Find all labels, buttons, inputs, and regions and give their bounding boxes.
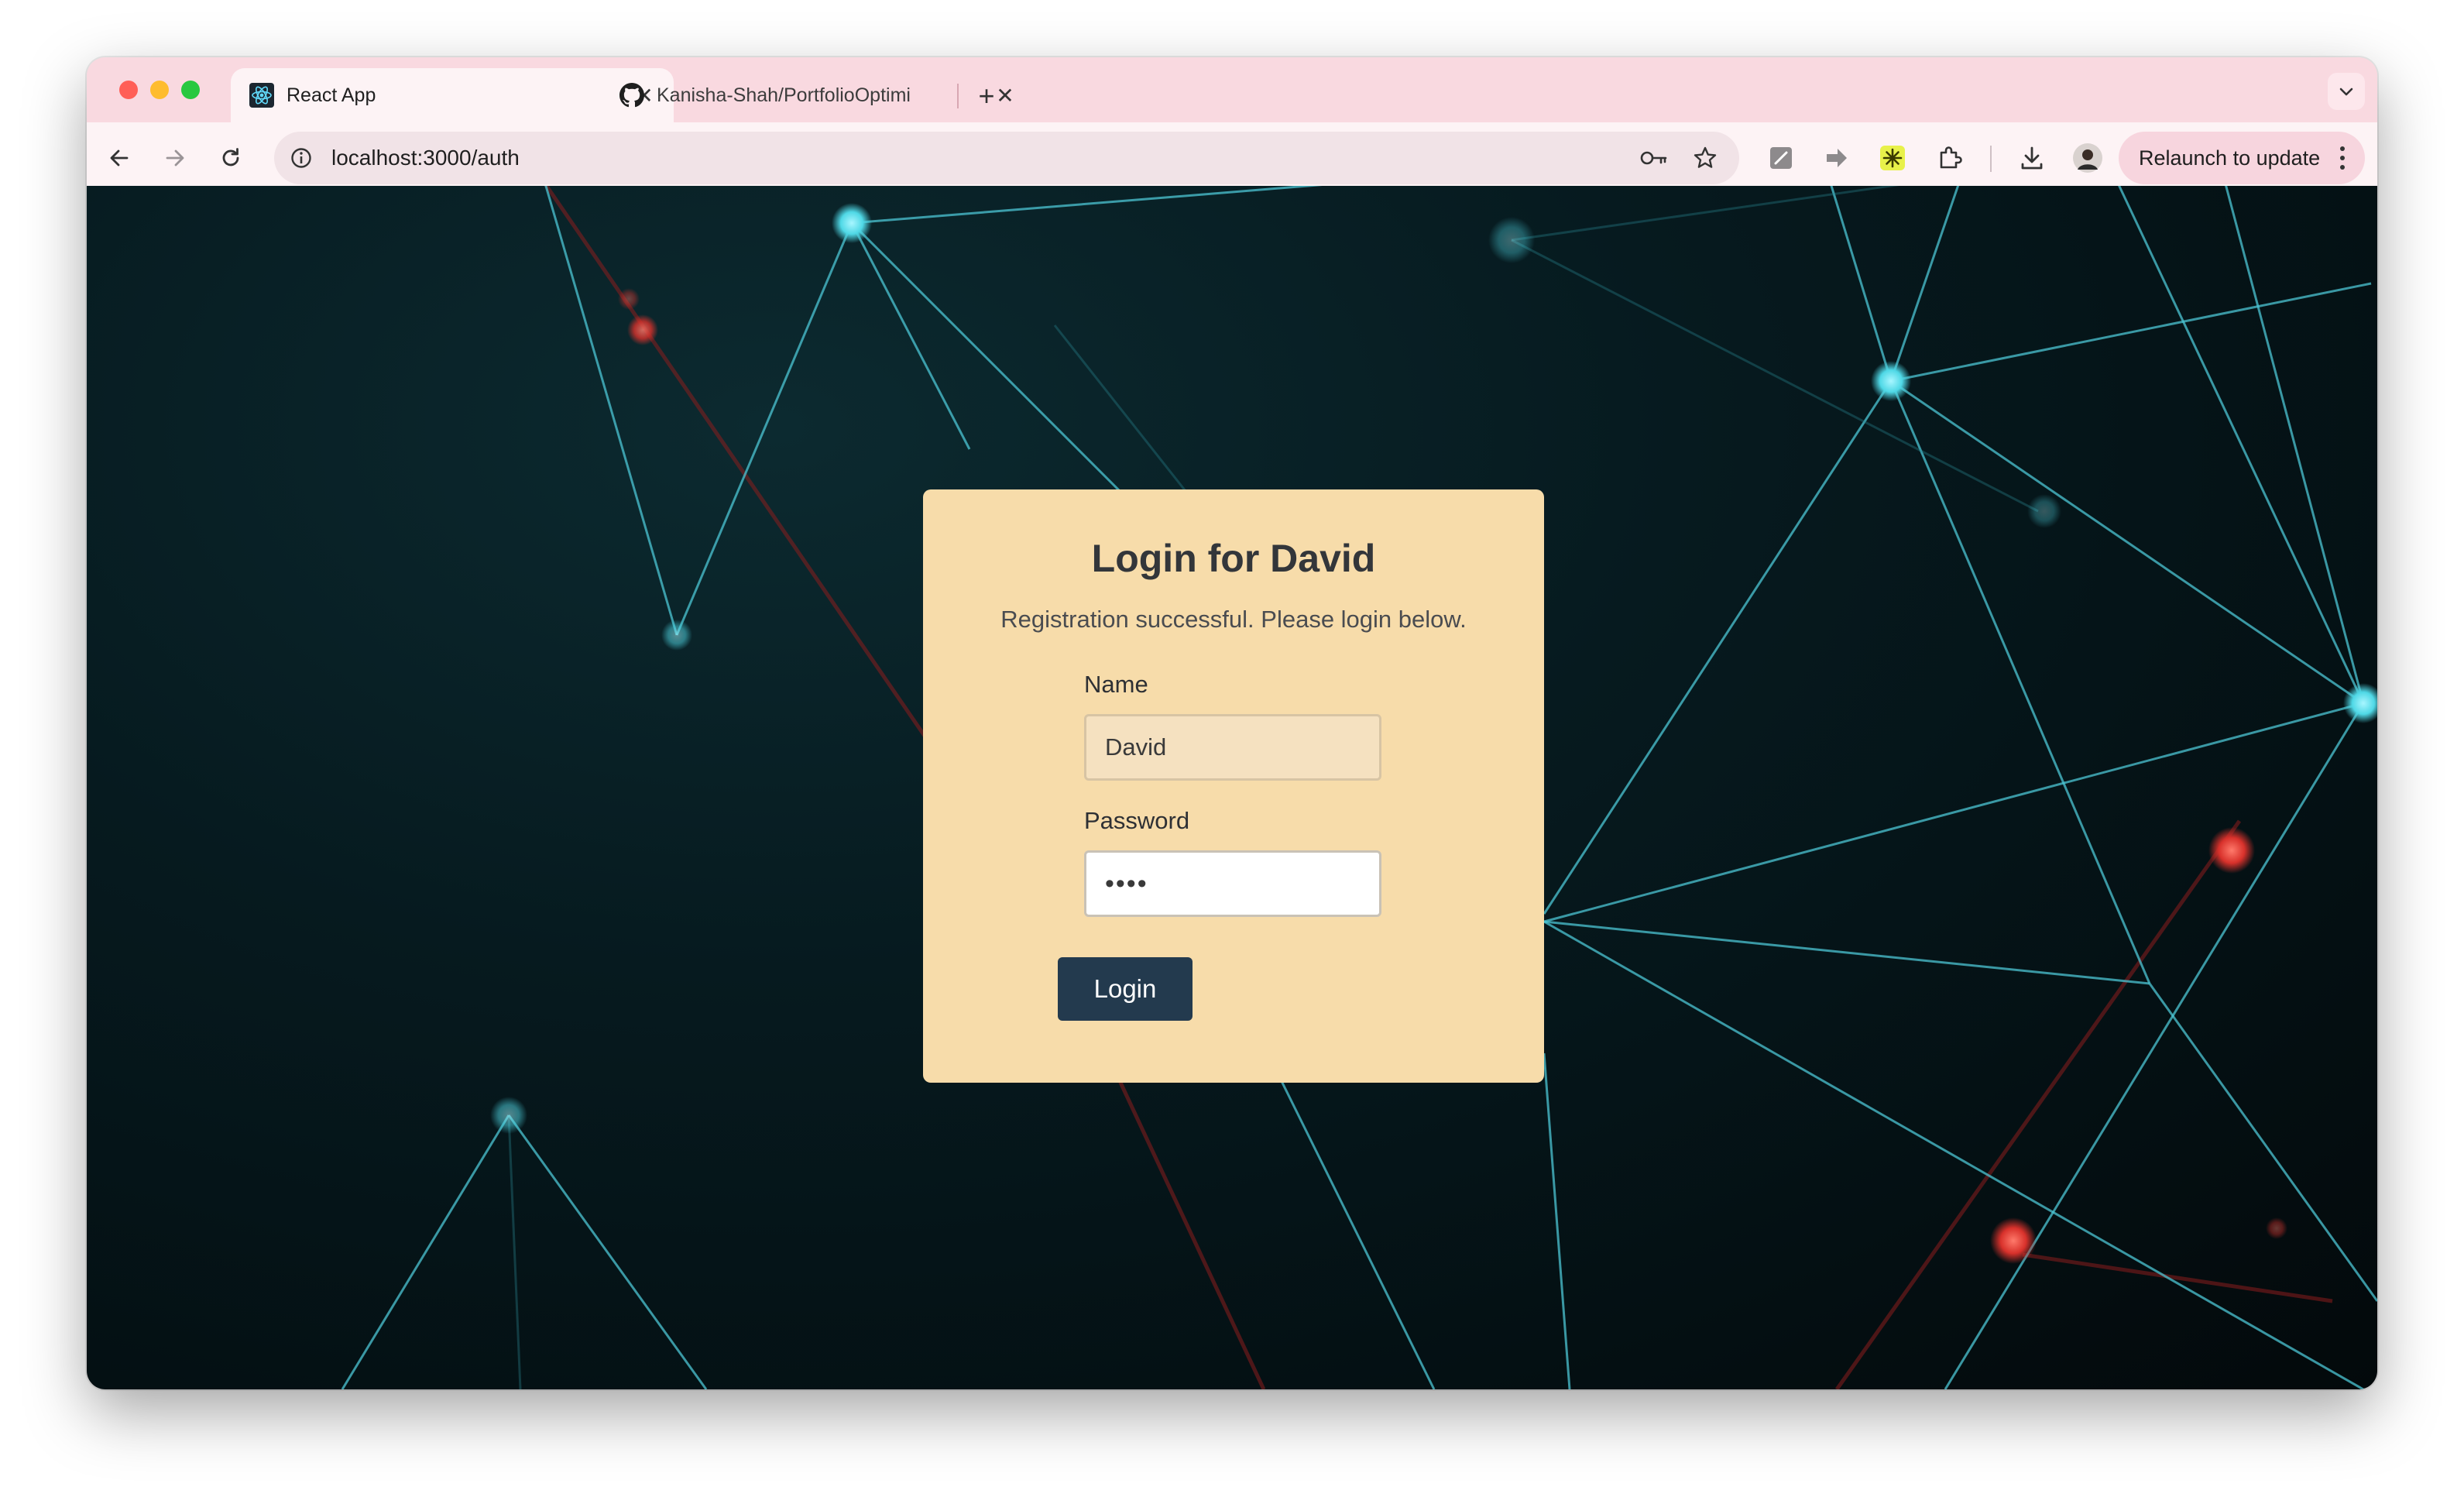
bookmark-star-icon[interactable] bbox=[1688, 141, 1722, 175]
relaunch-to-update-button[interactable]: Relaunch to update bbox=[2119, 132, 2365, 184]
react-logo-icon bbox=[249, 83, 274, 108]
extension-puzzle-arrow-icon[interactable] bbox=[1818, 139, 1855, 177]
back-button[interactable] bbox=[101, 139, 138, 177]
address-bar[interactable]: localhost:3000/auth bbox=[274, 132, 1739, 184]
tab-strip: React App ✕ Kanisha-Shah/PortfolioOptimi… bbox=[87, 57, 2377, 122]
tab-github[interactable]: Kanisha-Shah/PortfolioOptimi ✕ bbox=[601, 68, 1035, 122]
reload-icon bbox=[222, 148, 239, 167]
page-content: Login for David Registration successful.… bbox=[87, 186, 2377, 1389]
login-title: Login for David bbox=[1091, 537, 1376, 580]
github-icon bbox=[619, 83, 644, 108]
browser-window: React App ✕ Kanisha-Shah/PortfolioOptimi… bbox=[87, 57, 2377, 1389]
tab-separator bbox=[957, 84, 959, 108]
download-icon[interactable] bbox=[2013, 139, 2050, 177]
password-input[interactable]: •••• bbox=[1084, 850, 1381, 917]
tab-title: React App bbox=[287, 84, 376, 106]
tab-search-button[interactable] bbox=[2328, 73, 2365, 110]
arrow-right-icon bbox=[166, 149, 184, 167]
login-button[interactable]: Login bbox=[1058, 957, 1193, 1021]
extensions-puzzle-icon[interactable] bbox=[1931, 139, 1968, 177]
profile-avatar[interactable] bbox=[2069, 139, 2106, 177]
extension-notes-icon[interactable] bbox=[1762, 139, 1800, 177]
maximize-window-button[interactable] bbox=[181, 81, 200, 99]
reload-button[interactable] bbox=[212, 139, 249, 177]
relaunch-label: Relaunch to update bbox=[2139, 146, 2321, 170]
name-label: Name bbox=[1084, 671, 1148, 698]
site-info-icon[interactable] bbox=[288, 145, 314, 171]
forward-button[interactable] bbox=[156, 139, 194, 177]
extension-sparkle-icon[interactable] bbox=[1874, 139, 1911, 177]
name-input[interactable]: David bbox=[1084, 714, 1381, 781]
password-label: Password bbox=[1084, 807, 1190, 834]
tab-title: Kanisha-Shah/PortfolioOptimi bbox=[657, 84, 911, 106]
close-window-button[interactable] bbox=[119, 81, 138, 99]
new-tab-button[interactable]: + bbox=[971, 81, 1002, 112]
url-text[interactable]: localhost:3000/auth bbox=[331, 146, 1637, 170]
status-message: Registration successful. Please login be… bbox=[1000, 606, 1467, 633]
more-menu-icon[interactable] bbox=[2331, 146, 2354, 170]
password-key-icon[interactable] bbox=[1637, 141, 1671, 175]
toolbar-divider bbox=[1990, 146, 1992, 172]
login-card: Login for David Registration successful.… bbox=[923, 489, 1544, 1083]
minimize-window-button[interactable] bbox=[150, 81, 169, 99]
arrow-left-icon bbox=[110, 149, 129, 167]
chevron-down-icon bbox=[2339, 88, 2353, 96]
